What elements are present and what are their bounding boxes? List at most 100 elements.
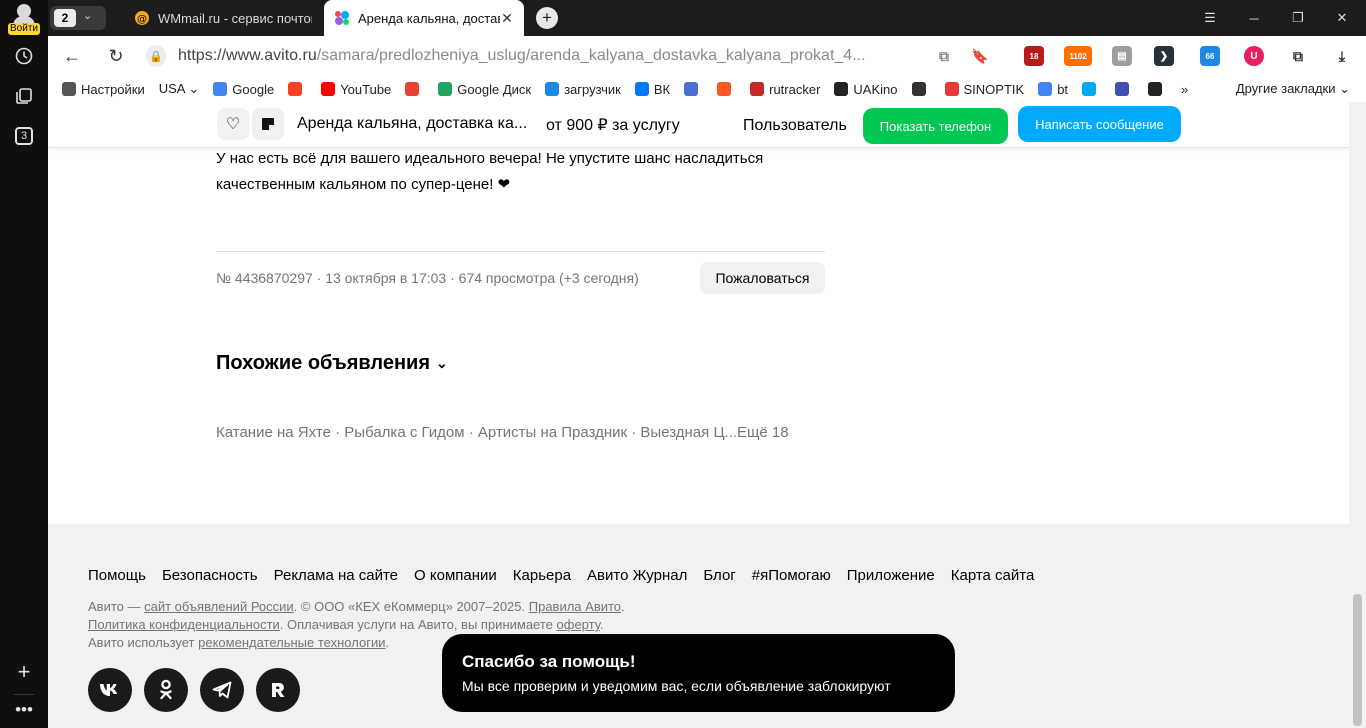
footer-link[interactable]: Приложение: [847, 567, 935, 584]
bookmark-favicon-icon: [288, 82, 303, 96]
listing-price: от 900 ₽ за услугу: [546, 117, 680, 134]
bookmark-item[interactable]: Настройки: [62, 82, 145, 97]
bookmark-item[interactable]: [1115, 82, 1134, 96]
favorite-heart-icon[interactable]: ♡: [217, 108, 249, 140]
svg-text:@: @: [137, 14, 147, 25]
footer-link[interactable]: #яПомогаю: [752, 567, 831, 584]
rustore-icon[interactable]: [256, 668, 300, 712]
footer-link[interactable]: Безопасность: [162, 567, 258, 584]
close-tab-icon[interactable]: ✕: [500, 10, 514, 27]
tabs-counter-button[interactable]: 3: [12, 124, 36, 148]
bookmark-item[interactable]: ВК: [634, 82, 670, 97]
footer-links: Помощь Безопасность Реклама на сайте О комп…: [88, 567, 1050, 584]
bookmark-item[interactable]: SINOPTIK: [944, 82, 1024, 97]
bookmark-item[interactable]: [1148, 82, 1167, 96]
url-field[interactable]: https://www.avito.ru/samara/predlozheniy…: [178, 47, 866, 65]
footer-link[interactable]: Блог: [703, 567, 735, 584]
bookmark-item[interactable]: YouTube: [321, 82, 391, 97]
write-message-button[interactable]: Написать сообщение: [1018, 106, 1181, 142]
maximize-icon[interactable]: ❐: [1276, 0, 1320, 36]
link-site[interactable]: сайт объявлений России: [144, 599, 294, 614]
footer-link[interactable]: Карта сайта: [951, 567, 1035, 584]
other-bookmarks[interactable]: Другие закладки ⌄: [1236, 81, 1350, 97]
bookmark-item[interactable]: [1082, 82, 1101, 96]
footer-link[interactable]: Реклама на сайте: [274, 567, 398, 584]
bookmark-item[interactable]: rutracker: [750, 82, 820, 97]
bookmark-item[interactable]: [405, 82, 424, 96]
link-privacy[interactable]: Политика конфиденциальности: [88, 617, 280, 632]
link-offer[interactable]: оферту: [557, 617, 600, 632]
bookmark-item[interactable]: [911, 82, 931, 96]
download-icon[interactable]: ⤓: [1332, 46, 1352, 66]
extension-1-icon[interactable]: 18: [1024, 46, 1044, 66]
bookmark-item[interactable]: [717, 82, 736, 96]
similar-listings-toggle[interactable]: Похожие объявления ⌄: [216, 352, 448, 375]
bookmark-item[interactable]: Google Диск: [438, 82, 531, 97]
lock-icon[interactable]: 🔒: [146, 45, 166, 67]
ok-icon[interactable]: [144, 668, 188, 712]
avito-favicon-icon: [334, 10, 350, 26]
toast-title: Спасибо за помощь!: [462, 652, 636, 671]
footer-link[interactable]: Помощь: [88, 567, 146, 584]
listing-description: У нас есть всё для вашего идеального веч…: [216, 150, 764, 193]
reload-icon[interactable]: ↻: [104, 44, 128, 68]
extensions-icon[interactable]: ⧉: [1288, 46, 1308, 66]
link-recommendations[interactable]: рекомендательные технологии: [198, 635, 385, 650]
bookmark-favicon-icon: [834, 82, 849, 96]
bookmarks-more-button[interactable]: »: [1181, 82, 1188, 97]
new-tab-button[interactable]: +: [536, 7, 558, 29]
bookmark-item[interactable]: bt: [1038, 82, 1068, 97]
copy-link-icon[interactable]: ⧉: [934, 46, 954, 66]
login-button[interactable]: Войти: [8, 4, 40, 35]
more-icon[interactable]: •••: [12, 698, 36, 722]
note-icon[interactable]: [252, 108, 284, 140]
bookmark-item[interactable]: USA ⌄: [159, 81, 200, 97]
bookmark-item[interactable]: [288, 82, 307, 96]
bookmark-favicon-icon: [684, 82, 699, 96]
listing-title: Аренда кальяна, доставка ка...: [297, 115, 528, 132]
bookmark-item[interactable]: загрузчик: [545, 82, 621, 97]
bookmark-label: Google: [232, 81, 275, 97]
scrollbar-thumb[interactable]: [1353, 594, 1362, 726]
tab-wmmail[interactable]: @ WMmail.ru - сервис почтовых рассылок: [124, 0, 322, 36]
tabs-count: 3: [15, 127, 33, 145]
footer-link[interactable]: О компании: [414, 567, 497, 584]
telegram-icon[interactable]: [200, 668, 244, 712]
sidebar-divider: [14, 694, 34, 695]
add-panel-icon[interactable]: +: [12, 659, 36, 684]
complain-button[interactable]: Пожаловаться: [700, 262, 825, 294]
extension-6-icon[interactable]: U: [1244, 46, 1264, 66]
link-rules[interactable]: Правила Авито: [529, 599, 621, 614]
sticky-header: ♡ Аренда кальяна, доставка ка... от 900 …: [48, 102, 1349, 148]
bookmark-label: bt: [1057, 81, 1069, 97]
menu-icon[interactable]: ☰: [1188, 0, 1232, 36]
bookmark-label: загрузчик: [564, 81, 621, 97]
vk-icon[interactable]: [88, 668, 132, 712]
tab-avito[interactable]: Аренда кальяна, доставка кальяна ✕: [324, 0, 524, 36]
listing-meta: № 4436870297 · 13 октября в 17:03 · 674 …: [216, 270, 639, 286]
tab-group-button[interactable]: 2 ⌄: [50, 6, 106, 30]
extension-3-icon[interactable]: ▤: [1112, 46, 1132, 66]
footer-link[interactable]: Карьера: [513, 567, 571, 584]
extension-2-icon[interactable]: 1102: [1064, 46, 1092, 66]
seller-name[interactable]: Пользователь: [743, 117, 847, 135]
close-window-icon[interactable]: ✕: [1320, 0, 1364, 36]
show-phone-button[interactable]: Показать телефон: [863, 108, 1008, 144]
history-icon[interactable]: [12, 44, 36, 68]
back-icon[interactable]: ←: [60, 44, 84, 68]
bookmark-item[interactable]: [684, 82, 703, 96]
minimize-icon[interactable]: ─: [1232, 0, 1276, 36]
similar-tags[interactable]: Катание на Яхте · Рыбалка с Гидом · Арти…: [216, 424, 789, 441]
bookmark-favicon-icon: [438, 82, 453, 96]
bookmark-icon[interactable]: 🔖: [970, 46, 990, 66]
footer-link[interactable]: Авито Журнал: [587, 567, 687, 584]
collections-icon[interactable]: [12, 84, 36, 108]
scrollbar[interactable]: [1349, 102, 1366, 728]
extension-4-icon[interactable]: ❯: [1154, 46, 1174, 66]
bookmark-label: Google Диск: [457, 81, 532, 97]
divider: [216, 251, 825, 252]
bookmark-item[interactable]: UAKino: [834, 82, 898, 97]
bookmark-favicon-icon: [213, 82, 228, 96]
bookmark-item[interactable]: Google: [213, 82, 274, 97]
extension-5-icon[interactable]: 66: [1200, 46, 1220, 66]
